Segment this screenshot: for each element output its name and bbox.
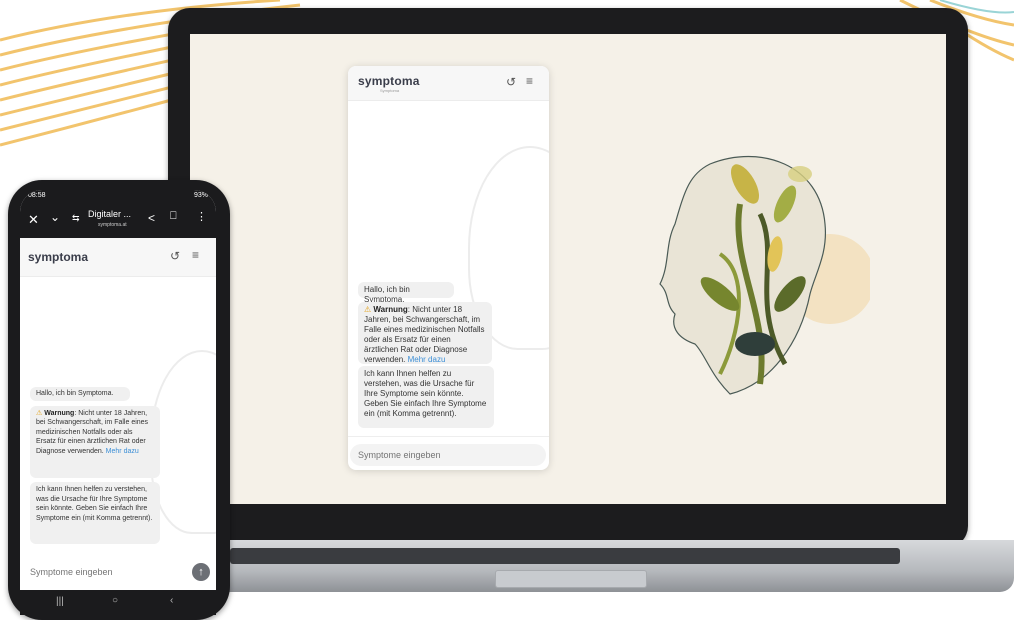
- help-message: Ich kann Ihnen helfen zu verstehen, was …: [30, 482, 160, 544]
- chat-header: symptoma ↺ ≡: [20, 238, 216, 277]
- android-nav-bar: ||| ○ ‹: [20, 590, 216, 615]
- status-battery: 93%: [193, 192, 208, 199]
- warning-icon: ⚠: [36, 410, 43, 417]
- reset-icon[interactable]: ↺: [170, 249, 180, 263]
- menu-icon[interactable]: ≡: [526, 74, 533, 88]
- recent-apps-icon[interactable]: |||: [56, 596, 64, 607]
- status-time: 08:58: [28, 192, 46, 199]
- greeting-message: Hallo, ich bin Symptoma.: [358, 282, 454, 304]
- laptop-trackpad: [495, 570, 647, 588]
- phone-screen: 08:58 93% ✕ ⌄ ⇆ Digitaler ... symptoma.a…: [20, 190, 216, 615]
- greeting-message: Hallo, ich bin Symptoma.: [30, 387, 130, 401]
- warning-message: ⚠ Warnung: Nicht unter 18 Jahren, bei Sc…: [30, 406, 160, 478]
- back-icon[interactable]: ‹: [170, 595, 173, 606]
- chat-header: symptoma Symptoma ↺ ≡: [348, 66, 549, 101]
- laptop-keyboard: [230, 548, 900, 564]
- browser-toolbar: ✕ ⌄ ⇆ Digitaler ... symptoma.at < ⎕ ⋮: [20, 204, 216, 238]
- status-bar: 08:58 93%: [20, 190, 216, 204]
- warning-icon: ⚠: [364, 305, 372, 314]
- more-vert-icon[interactable]: ⋮: [196, 210, 207, 223]
- more-info-link[interactable]: Mehr dazu: [106, 448, 139, 455]
- home-icon[interactable]: ○: [112, 595, 118, 606]
- more-info-link[interactable]: Mehr dazu: [408, 355, 446, 364]
- symptom-input[interactable]: [22, 561, 188, 583]
- tab-title[interactable]: Digitaler ...: [88, 209, 131, 219]
- warning-message: ⚠ Warnung: Nicht unter 18 Jahren, bei Sc…: [358, 302, 492, 364]
- bookmark-icon[interactable]: ⎕: [170, 210, 177, 223]
- laptop-screen: [190, 34, 946, 504]
- chevron-down-icon[interactable]: ⌄: [50, 210, 60, 224]
- tab-url: symptoma.at: [98, 222, 127, 228]
- symptoma-logo: symptoma: [358, 74, 420, 88]
- menu-icon[interactable]: ≡: [192, 248, 199, 262]
- symptoma-logo: symptoma: [28, 250, 89, 264]
- chat-widget: symptoma Symptoma ↺ ≡ Hallo, ich bin Sym…: [348, 66, 549, 470]
- head-illustration: [659, 156, 870, 395]
- reset-icon[interactable]: ↺: [506, 75, 516, 89]
- close-icon[interactable]: ✕: [28, 212, 39, 228]
- input-divider: [348, 436, 549, 437]
- symptom-input[interactable]: [350, 444, 546, 466]
- help-message: Ich kann Ihnen helfen zu verstehen, was …: [358, 366, 494, 428]
- send-arrow-icon[interactable]: ↑: [192, 563, 210, 581]
- share-icon[interactable]: <: [148, 211, 155, 225]
- tabs-icon[interactable]: ⇆: [72, 213, 80, 224]
- logo-tagline: Symptoma: [380, 88, 400, 93]
